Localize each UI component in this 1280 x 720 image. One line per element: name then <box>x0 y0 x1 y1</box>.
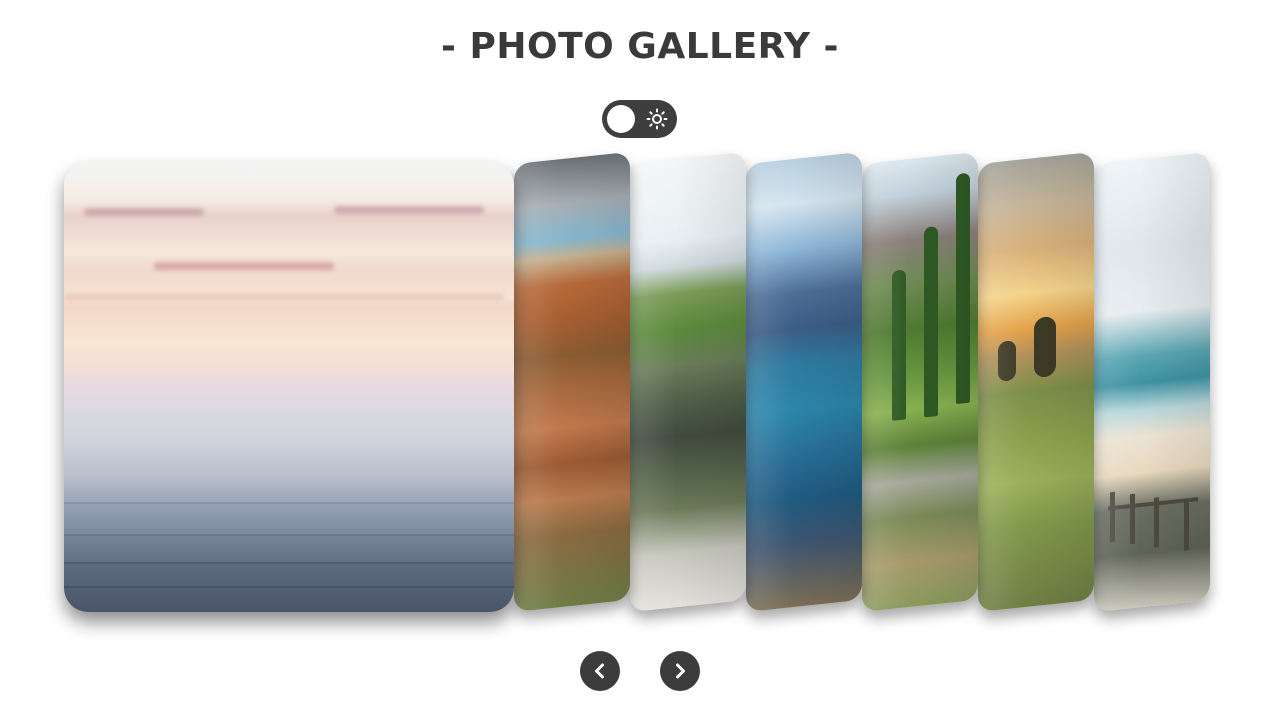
slide-misty-sea-sunrise[interactable] <box>64 162 514 612</box>
slide-green-sea-cliff[interactable] <box>630 151 746 612</box>
sea-ripple <box>64 562 514 564</box>
theme-toggle[interactable] <box>602 100 677 138</box>
sea-ripple <box>64 502 514 504</box>
toggle-knob <box>607 105 635 133</box>
page-title: - PHOTO GALLERY - <box>441 26 839 67</box>
slide-pine-forest-mountain[interactable] <box>862 151 978 612</box>
chevron-left-icon <box>595 663 604 679</box>
cloud-streak <box>154 262 334 270</box>
next-button[interactable] <box>660 651 700 691</box>
cloud-streak <box>64 294 504 300</box>
sea-ripple <box>64 534 514 536</box>
gallery-page: - PHOTO GALLERY - <box>0 0 1280 720</box>
prev-button[interactable] <box>580 651 620 691</box>
slide-blue-fjord[interactable] <box>746 151 862 612</box>
photo-carousel <box>0 150 1280 630</box>
sun-icon <box>646 108 668 130</box>
cloud-streak <box>84 208 204 216</box>
slide-sunset-savanna-trees[interactable] <box>978 151 1094 612</box>
chevron-right-icon <box>676 663 685 679</box>
slide-red-rock-cliffs[interactable] <box>514 151 630 612</box>
cloud-streak <box>334 206 484 214</box>
slide-beach-boardwalk[interactable] <box>1094 151 1210 612</box>
sea-ripple <box>64 586 514 588</box>
